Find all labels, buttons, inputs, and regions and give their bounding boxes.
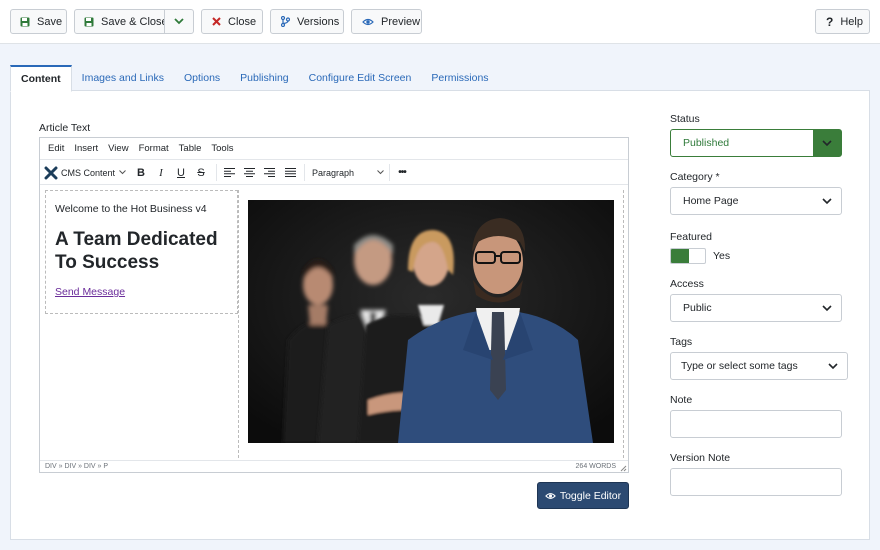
tab-configure-edit-screen[interactable]: Configure Edit Screen bbox=[299, 65, 422, 91]
note-label: Note bbox=[670, 394, 693, 406]
chevron-down-icon bbox=[813, 130, 841, 156]
content-heading: A Team Dedicated To Success bbox=[55, 229, 218, 273]
team-photo bbox=[248, 200, 614, 443]
versions-button[interactable]: Versions bbox=[270, 9, 344, 34]
status-label: Status bbox=[670, 113, 700, 125]
chevron-down-icon bbox=[819, 353, 847, 379]
editor-statusbar: DIV » DIV » DIV » P 264 WORDS bbox=[40, 460, 628, 472]
element-path[interactable]: DIV » DIV » DIV » P bbox=[45, 463, 108, 470]
resize-handle-icon[interactable] bbox=[620, 465, 627, 472]
versions-icon bbox=[281, 16, 290, 27]
align-center-icon[interactable] bbox=[239, 160, 259, 185]
menu-tools[interactable]: Tools bbox=[211, 143, 233, 154]
chevron-down-icon bbox=[813, 188, 841, 214]
featured-switch-on bbox=[671, 249, 689, 263]
access-label: Access bbox=[670, 278, 704, 290]
menu-view[interactable]: View bbox=[108, 143, 128, 154]
save-label: Save bbox=[37, 15, 63, 28]
help-button[interactable]: ? Help bbox=[815, 9, 870, 34]
note-input[interactable] bbox=[670, 410, 842, 438]
send-message-link[interactable]: Send Message bbox=[55, 286, 125, 298]
strikethrough-icon[interactable]: S bbox=[191, 160, 211, 185]
close-label: Close bbox=[228, 15, 257, 28]
editor-menubar: Edit Insert View Format Table Tools bbox=[40, 138, 628, 160]
format-select[interactable]: Paragraph bbox=[308, 160, 388, 185]
italic-icon[interactable]: I bbox=[151, 160, 171, 185]
underline-icon[interactable]: U bbox=[171, 160, 191, 185]
close-button[interactable]: Close bbox=[201, 9, 263, 34]
version-note-label: Version Note bbox=[670, 452, 731, 464]
joomla-icon bbox=[44, 166, 58, 180]
eye-icon bbox=[544, 492, 556, 500]
menu-table[interactable]: Table bbox=[179, 143, 202, 154]
access-select[interactable]: Public bbox=[670, 294, 842, 322]
access-value: Public bbox=[683, 302, 712, 314]
tab-publishing[interactable]: Publishing bbox=[230, 65, 298, 91]
featured-switch[interactable] bbox=[670, 248, 706, 264]
tags-placeholder: Type or select some tags bbox=[681, 360, 798, 372]
tab-content[interactable]: Content bbox=[10, 65, 72, 92]
version-note-input[interactable] bbox=[670, 468, 842, 496]
editor-toolbar: CMS Content B I U S Paragraph ••• bbox=[40, 160, 628, 185]
align-left-icon[interactable] bbox=[219, 160, 239, 185]
category-select[interactable]: Home Page bbox=[670, 187, 842, 215]
close-icon bbox=[212, 17, 221, 26]
save-dropdown-button[interactable] bbox=[164, 9, 194, 34]
rich-text-editor: Edit Insert View Format Table Tools CMS … bbox=[39, 137, 629, 473]
save-icon bbox=[84, 17, 94, 27]
help-label: Help bbox=[840, 15, 863, 28]
chevron-down-icon bbox=[174, 16, 184, 28]
category-value: Home Page bbox=[683, 195, 739, 207]
preview-label: Preview bbox=[381, 15, 421, 28]
cms-content-button[interactable]: CMS Content bbox=[44, 160, 130, 185]
tab-permissions[interactable]: Permissions bbox=[421, 65, 498, 91]
tags-select[interactable]: Type or select some tags bbox=[670, 352, 848, 380]
preview-button[interactable]: Preview bbox=[351, 9, 422, 34]
chevron-down-icon bbox=[813, 295, 841, 321]
question-icon: ? bbox=[826, 14, 834, 29]
eye-icon bbox=[362, 18, 374, 26]
welcome-text: Welcome to the Hot Business v4 bbox=[55, 203, 207, 215]
toggle-editor-button[interactable]: Toggle Editor bbox=[537, 482, 629, 509]
align-justify-icon[interactable] bbox=[280, 160, 300, 185]
save-button[interactable]: Save bbox=[10, 9, 67, 34]
tags-label: Tags bbox=[670, 336, 693, 348]
tab-bar: Content Images and Links Options Publish… bbox=[10, 65, 499, 92]
featured-value: Yes bbox=[713, 250, 731, 262]
versions-label: Versions bbox=[297, 15, 340, 28]
tab-options[interactable]: Options bbox=[174, 65, 230, 91]
chevron-down-icon bbox=[119, 170, 126, 175]
editor-content[interactable]: Welcome to the Hot Business v4 A Team De… bbox=[40, 186, 628, 461]
menu-insert[interactable]: Insert bbox=[74, 143, 98, 154]
status-value: Published bbox=[683, 137, 730, 149]
word-count: 264 WORDS bbox=[575, 463, 616, 470]
tab-images-and-links[interactable]: Images and Links bbox=[72, 65, 174, 91]
save-close-button[interactable]: Save & Close bbox=[74, 9, 168, 34]
menu-format[interactable]: Format bbox=[139, 143, 169, 154]
save-icon bbox=[20, 17, 30, 27]
content-left-column: Welcome to the Hot Business v4 A Team De… bbox=[45, 190, 238, 314]
toggle-editor-label: Toggle Editor bbox=[559, 489, 622, 502]
format-select-value: Paragraph bbox=[312, 167, 355, 178]
bold-icon[interactable]: B bbox=[131, 160, 151, 185]
chevron-down-icon bbox=[377, 170, 384, 175]
more-button[interactable]: ••• bbox=[392, 160, 412, 185]
save-close-label: Save & Close bbox=[101, 15, 168, 28]
align-right-icon[interactable] bbox=[259, 160, 279, 185]
toolbar: Save Save & Close Close Versions Preview… bbox=[0, 0, 880, 44]
category-label: Category * bbox=[670, 171, 720, 183]
cms-content-label: CMS Content bbox=[61, 167, 116, 178]
featured-label: Featured bbox=[670, 231, 713, 243]
status-select[interactable]: Published bbox=[670, 129, 842, 157]
article-text-label: Article Text bbox=[39, 122, 91, 134]
menu-edit[interactable]: Edit bbox=[48, 143, 64, 154]
